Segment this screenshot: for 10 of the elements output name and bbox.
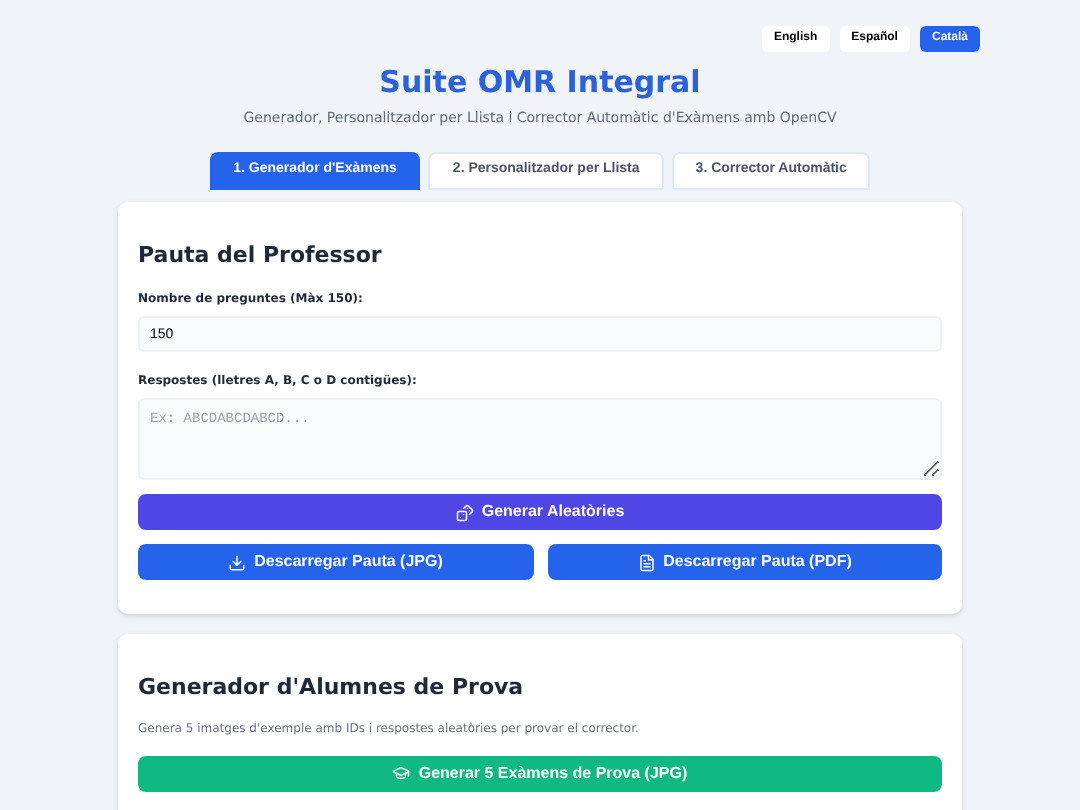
graduation-cap-icon (392, 764, 411, 782)
action-button[interactable]: Descarregar Pauta (PDF) (547, 544, 942, 580)
dice-icon (455, 503, 474, 521)
app-title: Suite OMR Integral (377, 62, 703, 102)
section-title: Pauta del Professor (138, 239, 384, 271)
document-icon (637, 553, 656, 571)
action-button[interactable]: Generar Aleatòries (138, 494, 942, 530)
download-icon (228, 553, 247, 571)
section-title: Generador d'Alumnes de Prova (138, 672, 526, 704)
action-button[interactable]: Descarregar Pauta (JPG) (138, 544, 533, 580)
